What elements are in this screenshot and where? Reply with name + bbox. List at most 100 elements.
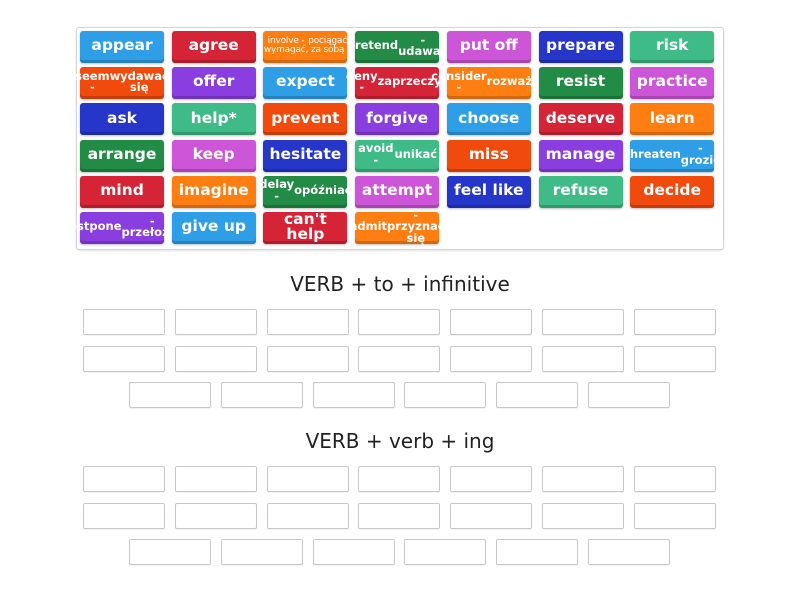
drop-slot[interactable] — [633, 502, 716, 529]
drop-slot[interactable] — [220, 539, 303, 565]
word-tile[interactable]: attempt — [355, 175, 440, 208]
word-tile-label: forgive — [366, 108, 429, 127]
word-tile-label: pretend — [346, 38, 399, 53]
drop-slot[interactable] — [266, 502, 349, 529]
drop-slot[interactable] — [266, 309, 349, 335]
word-tile-label: agree — [188, 36, 239, 55]
word-tile-label: avoid - — [358, 141, 394, 167]
word-tile[interactable]: imagine — [171, 175, 256, 208]
drop-slot[interactable] — [83, 309, 165, 335]
word-tile[interactable]: prepare — [538, 31, 623, 63]
word-tile[interactable]: hesitate — [263, 139, 348, 172]
drop-slot[interactable] — [174, 466, 257, 492]
drop-slot[interactable] — [633, 345, 716, 372]
drop-slot[interactable] — [496, 382, 579, 408]
word-tile[interactable]: help* — [171, 103, 256, 136]
drop-slot[interactable] — [266, 345, 349, 372]
drop-slot[interactable] — [358, 309, 441, 335]
word-tile-label: ask — [107, 108, 137, 127]
drop-slot[interactable] — [542, 466, 624, 492]
word-tile-label: mind — [100, 181, 144, 200]
word-tile-label: rozważyć — [486, 74, 547, 89]
drop-slot[interactable] — [312, 539, 395, 565]
word-tile-label: unikać — [394, 146, 438, 161]
drop-slot[interactable] — [266, 466, 349, 492]
word-tile-label: practice — [636, 72, 708, 91]
word-tile[interactable]: ask — [80, 103, 164, 136]
drop-slot[interactable] — [358, 345, 441, 372]
drop-slot[interactable] — [128, 539, 211, 565]
word-tile[interactable]: appear — [80, 31, 164, 63]
drop-slot[interactable] — [633, 466, 716, 492]
word-tile-label: offer — [193, 72, 235, 91]
drop-slot[interactable] — [542, 345, 624, 372]
word-tile[interactable]: put off — [446, 31, 531, 63]
word-tile[interactable]: expect — [263, 67, 348, 100]
drop-slot[interactable] — [404, 382, 487, 408]
drop-slot[interactable] — [542, 309, 624, 335]
word-tile[interactable]: refuse — [538, 175, 623, 208]
word-tile[interactable]: decide — [630, 175, 715, 208]
word-tile-label: deserve — [545, 108, 616, 127]
word-tile[interactable]: threaten - grozić — [624, 139, 720, 172]
word-tile[interactable]: miss — [446, 139, 531, 172]
word-tile[interactable]: delay - opóźniać — [259, 175, 352, 208]
drop-slot[interactable] — [496, 539, 579, 565]
drop-slot[interactable] — [358, 502, 441, 529]
drop-slot[interactable] — [83, 502, 165, 529]
word-tile[interactable]: avoid - unikać — [355, 139, 440, 172]
word-tile-label: hesitate — [269, 144, 342, 163]
drop-slot[interactable] — [450, 309, 533, 335]
word-tile[interactable]: consider - rozważyć — [431, 67, 546, 100]
drop-slot[interactable] — [450, 345, 533, 372]
drop-slot[interactable] — [587, 382, 670, 408]
word-tile[interactable]: choose — [446, 103, 531, 136]
word-tile[interactable]: deserve — [538, 103, 623, 136]
drop-slot[interactable] — [450, 502, 533, 529]
drop-slot[interactable] — [174, 502, 257, 529]
drop-slot[interactable] — [83, 345, 165, 372]
drop-slot[interactable] — [220, 382, 303, 408]
word-tile[interactable]: admit -przyznać się — [350, 209, 445, 244]
word-tile-label: arrange — [87, 144, 157, 163]
drop-slot[interactable] — [312, 382, 395, 408]
word-tile[interactable]: manage — [538, 139, 623, 172]
word-tile[interactable]: arrange — [80, 139, 164, 172]
word-tile[interactable]: risk — [630, 31, 715, 63]
drop-slot[interactable] — [587, 539, 670, 565]
word-tile[interactable]: involve - wymagać, pociągać za sobą — [263, 31, 348, 63]
word-tile-label: keep — [192, 144, 235, 163]
word-tile[interactable]: give up — [171, 212, 256, 244]
drop-slot[interactable] — [174, 309, 257, 335]
word-tile[interactable]: prevent — [263, 103, 348, 136]
word-tile-label: -przyznać się — [387, 207, 445, 245]
word-tile-label: pociągać za sobą — [308, 36, 347, 55]
word-tile[interactable]: pretend - udawać — [347, 31, 448, 63]
word-tile-label: choose — [458, 108, 520, 127]
group-heading-ing: VERB + verb + ing — [305, 429, 495, 453]
word-tile[interactable]: postpone - przełożyć — [61, 212, 183, 244]
word-tile[interactable]: learn — [630, 103, 715, 136]
drop-slot[interactable] — [404, 539, 487, 565]
word-tile[interactable]: keep — [171, 139, 256, 172]
word-tile[interactable]: resist — [538, 67, 623, 100]
word-tile[interactable]: offer — [171, 67, 256, 100]
drop-slot[interactable] — [83, 466, 165, 492]
drop-slot[interactable] — [174, 345, 257, 372]
word-tile[interactable]: mind — [80, 175, 164, 208]
word-tile-label: refuse — [552, 181, 609, 200]
word-tile[interactable]: practice — [630, 67, 715, 100]
word-tile[interactable]: forgive — [355, 103, 440, 136]
word-tile[interactable]: deny - zaprzeczyć — [346, 67, 448, 100]
drop-slot[interactable] — [542, 502, 624, 529]
drop-slot[interactable] — [633, 309, 716, 335]
word-tile[interactable]: feel like — [446, 175, 531, 208]
word-tile[interactable]: agree — [171, 31, 256, 63]
drop-slot[interactable] — [358, 466, 441, 492]
word-tile[interactable]: seem - wydawać się — [75, 67, 169, 100]
word-tile[interactable]: can't help — [263, 211, 348, 244]
word-tile-label: give up — [181, 217, 246, 236]
drop-slot[interactable] — [450, 466, 533, 492]
drop-slot[interactable] — [128, 382, 211, 408]
word-tile-label: appear — [91, 36, 153, 55]
